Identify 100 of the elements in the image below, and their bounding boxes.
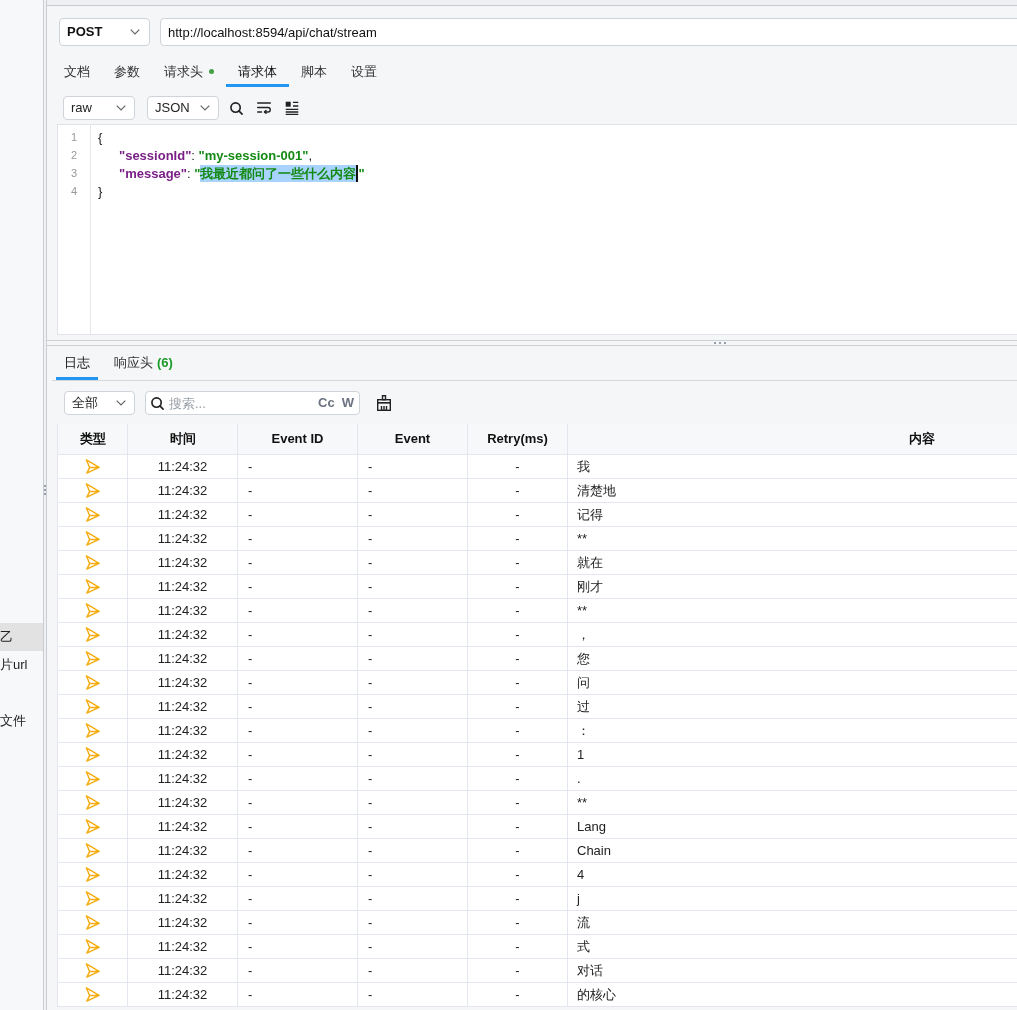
table-cell: 11:24:32: [128, 503, 238, 527]
json-string: ": [358, 164, 365, 182]
method-select[interactable]: POST: [59, 18, 150, 46]
paper-plane-icon: [85, 795, 100, 810]
table-cell: 1: [568, 743, 1017, 767]
sidebar-item[interactable]: 乙: [0, 623, 43, 651]
table-cell: 11:24:32: [128, 839, 238, 863]
table-cell: -: [468, 551, 568, 575]
tab[interactable]: 参数: [102, 56, 152, 87]
url-field[interactable]: http://localhost:8594/api/chat/stream: [160, 18, 1017, 46]
table-cell: -: [238, 839, 358, 863]
table-cell: -: [468, 527, 568, 551]
table-cell: -: [358, 551, 468, 575]
text-block-icon[interactable]: [285, 101, 299, 115]
search-icon: [151, 396, 164, 410]
json-punctuation: }: [98, 182, 103, 200]
table-cell: ：: [568, 719, 1017, 743]
table-cell: 11:24:32: [128, 863, 238, 887]
sidebar-item[interactable]: 片url: [0, 651, 43, 679]
paper-plane-icon: [85, 723, 100, 738]
table-cell: 4: [568, 863, 1017, 887]
table-cell: -: [238, 815, 358, 839]
column-header: Event: [358, 424, 468, 455]
table-cell: 11:24:32: [128, 743, 238, 767]
tab[interactable]: 响应头 (6): [106, 346, 181, 380]
table-cell: 11:24:32: [128, 887, 238, 911]
paper-plane-icon: [85, 699, 100, 714]
table-cell: -: [468, 647, 568, 671]
table-cell: 11:24:32: [128, 623, 238, 647]
table-cell: -: [358, 767, 468, 791]
tab[interactable]: 请求头: [152, 56, 226, 87]
table-cell: 记得: [568, 503, 1017, 527]
search-option-toggle[interactable]: W: [340, 395, 355, 411]
sidebar-item[interactable]: 文件: [0, 707, 43, 735]
format-select[interactable]: JSON: [147, 96, 219, 120]
paper-plane-icon: [85, 915, 100, 930]
chevron-down-icon: [116, 400, 126, 406]
table-cell: -: [468, 719, 568, 743]
tab[interactable]: 文档: [52, 56, 102, 87]
paper-plane-icon: [85, 555, 100, 570]
table-cell: -: [468, 935, 568, 959]
broom-icon[interactable]: [376, 395, 392, 411]
tab[interactable]: 脚本: [289, 56, 339, 87]
table-cell: 11:24:32: [128, 695, 238, 719]
table-cell: -: [238, 623, 358, 647]
table-cell: 式: [568, 935, 1017, 959]
table-cell: 11:24:32: [128, 575, 238, 599]
tab[interactable]: 设置: [339, 56, 389, 87]
json-string: ": [194, 164, 201, 182]
table-cell: 11:24:32: [128, 479, 238, 503]
tab[interactable]: 日志: [56, 346, 98, 380]
table-cell: -: [468, 575, 568, 599]
json-punctuation: {: [98, 128, 103, 146]
paper-plane-icon: [85, 507, 100, 522]
table-cell: -: [358, 671, 468, 695]
json-punctuation: ,: [308, 146, 313, 164]
table-cell: -: [238, 911, 358, 935]
line-number: 4: [70, 184, 78, 198]
table-cell: 11:24:32: [128, 455, 238, 479]
paper-plane-icon: [85, 843, 100, 858]
body-mode-select[interactable]: raw: [63, 96, 135, 120]
search-field[interactable]: 搜索... Cc W: [145, 391, 360, 415]
table-cell: -: [358, 863, 468, 887]
table-cell: 您: [568, 647, 1017, 671]
table-cell: -: [468, 911, 568, 935]
table-cell: j: [568, 887, 1017, 911]
table-cell: -: [238, 767, 358, 791]
table-cell: 刚才: [568, 575, 1017, 599]
table-cell: -: [238, 551, 358, 575]
code-editor[interactable]: 1 2 3 4 { "sessionId": "my-session-001", "message": "我最近都问了一些什么内容" }: [57, 124, 1017, 335]
table-cell: -: [358, 719, 468, 743]
json-punctuation: :: [191, 146, 196, 164]
table-cell: -: [468, 983, 568, 1007]
table-cell: 11:24:32: [128, 599, 238, 623]
table-cell: -: [238, 647, 358, 671]
table-cell: 11:24:32: [128, 791, 238, 815]
table-cell: **: [568, 527, 1017, 551]
type-filter-select[interactable]: 全部: [64, 391, 135, 415]
table-cell: -: [238, 575, 358, 599]
table-cell: **: [568, 599, 1017, 623]
table-cell: -: [358, 647, 468, 671]
table-cell: -: [468, 671, 568, 695]
selected-text: 我最近都问了一些什么内容: [200, 164, 357, 182]
table-cell: -: [468, 503, 568, 527]
table-cell: -: [358, 791, 468, 815]
table-cell: -: [238, 695, 358, 719]
paper-plane-icon: [85, 819, 100, 834]
table-cell: -: [358, 839, 468, 863]
tab[interactable]: 请求体: [226, 56, 289, 87]
table-cell: 流: [568, 911, 1017, 935]
chevron-down-icon: [200, 105, 210, 111]
table-cell: 的核心: [568, 983, 1017, 1007]
table-cell: -: [358, 959, 468, 983]
table-cell: -: [238, 455, 358, 479]
search-icon[interactable]: [230, 101, 243, 115]
search-option-toggle[interactable]: Cc: [317, 395, 336, 411]
table-cell: -: [468, 455, 568, 479]
wrap-text-icon[interactable]: [257, 102, 271, 114]
table-cell: Chain: [568, 839, 1017, 863]
table-cell: -: [238, 983, 358, 1007]
